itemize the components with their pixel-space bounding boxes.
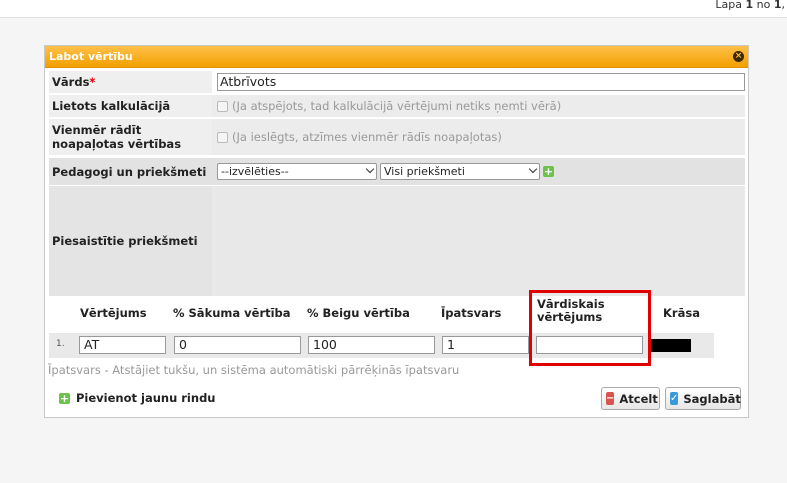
pager-current: 1	[745, 0, 754, 11]
pager-total: 1	[773, 0, 782, 11]
weight-input[interactable]: 1	[442, 336, 529, 354]
pagination-info: Lapa 1 no 1,	[715, 0, 785, 11]
chevron-down-icon	[365, 164, 375, 174]
close-icon[interactable]: ×	[733, 51, 744, 62]
col-start: % Sākuma vērtība	[173, 306, 291, 320]
edit-value-dialog: Labot vērtību × Vārds * Atbrīvots Lietots…	[44, 45, 749, 418]
teachers-row: Pedagogi un priekšmeti --izvēlēties-- Vi…	[49, 158, 745, 185]
col-end: % Beigu vērtība	[307, 306, 410, 320]
used-in-calc-row: Lietots kalkulācijā (Ja atspējots, tad k…	[49, 95, 745, 117]
save-icon: ✓	[670, 392, 679, 405]
attached-subjects-label: Piesaistītie priekšmeti	[49, 186, 210, 296]
minus-icon: −	[606, 392, 615, 405]
grade-input[interactable]: AT	[79, 336, 166, 354]
subject-select[interactable]: Visi priekšmeti	[380, 163, 540, 180]
save-label: Saglabāt	[683, 391, 741, 406]
used-in-calc-hint: (Ja atspējots, tad kalkulācijā vērtējumi…	[232, 99, 562, 113]
attached-subjects-area	[212, 186, 745, 296]
name-label: Vārds *	[52, 75, 96, 89]
pager-suffix: ,	[781, 0, 786, 11]
add-row-link[interactable]: + Pievienot jaunu rindu	[59, 391, 215, 405]
col-weight: Īpatsvars	[441, 306, 502, 320]
always-rounded-row: Vienmēr rādīt noapaļotas vērtības (Ja ie…	[49, 119, 745, 155]
always-rounded-label: Vienmēr rādīt noapaļotas vērtības	[52, 123, 182, 151]
name-row: Vārds * Atbrīvots	[49, 71, 745, 93]
attached-subjects-row: Piesaistītie priekšmeti	[49, 186, 745, 296]
col-grade: Vērtējums	[80, 306, 147, 320]
row-index: 1.	[56, 339, 65, 349]
pager-mid: no	[753, 0, 774, 11]
plus-icon: +	[59, 391, 70, 405]
end-percent-input[interactable]: 100	[308, 336, 435, 354]
cancel-label: Atcelt	[619, 391, 658, 406]
top-bar: Lapa 1 no 1,	[0, 0, 787, 18]
name-input[interactable]: Atbrīvots	[217, 73, 745, 91]
dialog-title-bar: Labot vērtību ×	[45, 46, 748, 68]
required-marker: *	[89, 75, 96, 89]
used-in-calc-checkbox[interactable]	[217, 100, 228, 112]
color-swatch[interactable]	[651, 339, 691, 352]
weight-hint: Īpatsvars - Atstājiet tukšu, un sistēma …	[48, 363, 460, 377]
add-row-label: Pievienot jaunu rindu	[76, 391, 216, 405]
always-rounded-hint: (Ja ieslēgts, atzīmes vienmēr rādīs noap…	[232, 130, 502, 144]
col-color: Krāsa	[663, 306, 700, 320]
start-percent-input[interactable]: 0	[174, 336, 301, 354]
used-in-calc-label: Lietots kalkulācijā	[52, 99, 171, 113]
pager-prefix: Lapa	[715, 0, 746, 11]
always-rounded-checkbox[interactable]	[217, 131, 228, 143]
dialog-title: Labot vērtību	[49, 50, 133, 63]
verbal-grade-highlight	[529, 290, 651, 366]
add-teacher-plus-icon[interactable]: +	[543, 166, 554, 177]
cancel-button[interactable]: − Atcelt	[601, 387, 660, 410]
chevron-down-icon	[528, 164, 538, 174]
save-button[interactable]: ✓ Saglabāt	[665, 387, 741, 410]
teachers-label: Pedagogi un priekšmeti	[49, 158, 210, 185]
teacher-select[interactable]: --izvēlēties--	[217, 163, 377, 180]
